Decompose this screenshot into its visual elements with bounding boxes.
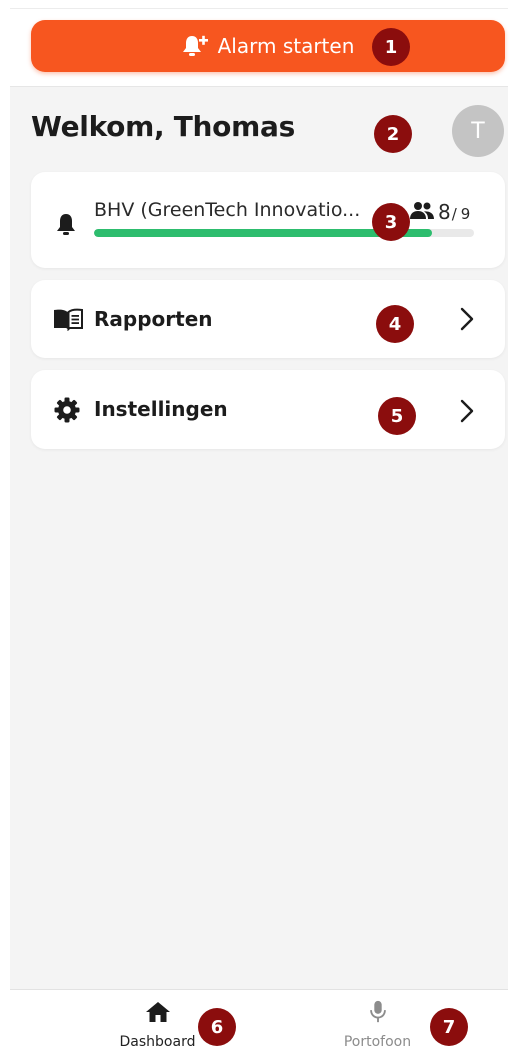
attendance-progress-bar xyxy=(94,229,474,237)
book-icon xyxy=(54,308,83,331)
total-count: 9 xyxy=(460,205,471,223)
chevron-right-icon xyxy=(460,307,474,331)
annotation-marker: 4 xyxy=(376,305,414,343)
present-count: 8 xyxy=(438,200,451,224)
gear-icon xyxy=(54,397,80,423)
people-icon xyxy=(410,202,434,219)
team-card[interactable]: BHV (GreenTech Innovatio... 8/9 xyxy=(31,172,505,268)
alarm-start-button[interactable]: Alarm starten xyxy=(31,20,505,72)
attendance-count: 8/9 xyxy=(438,200,470,224)
reports-label: Rapporten xyxy=(94,307,213,331)
settings-label: Instellingen xyxy=(94,397,228,421)
home-icon xyxy=(145,1002,170,1022)
annotation-marker: 5 xyxy=(378,397,416,435)
annotation-marker: 6 xyxy=(198,1008,236,1046)
alarm-start-label: Alarm starten xyxy=(217,34,355,58)
team-name: BHV (GreenTech Innovatio... xyxy=(94,199,361,221)
count-separator: / xyxy=(451,205,457,223)
bell-icon xyxy=(57,214,75,235)
app-screen: Alarm starten Welkom, Thomas T BHV (Gree… xyxy=(0,0,518,1050)
nav-dashboard-label: Dashboard xyxy=(119,1034,196,1050)
microphone-icon xyxy=(369,1000,386,1023)
nav-portofoon[interactable]: Portofoon xyxy=(320,990,435,1050)
annotation-marker: 7 xyxy=(430,1008,468,1046)
settings-menu-item[interactable]: Instellingen xyxy=(31,370,505,449)
bell-plus-icon xyxy=(182,35,208,56)
annotation-marker: 2 xyxy=(374,115,412,153)
annotation-marker: 1 xyxy=(372,28,410,66)
avatar[interactable]: T xyxy=(452,105,504,157)
reports-menu-item[interactable]: Rapporten xyxy=(31,280,505,358)
chevron-right-icon xyxy=(460,399,474,423)
page-title: Welkom, Thomas xyxy=(31,110,295,143)
nav-dashboard[interactable]: Dashboard xyxy=(100,990,215,1050)
nav-portofoon-label: Portofoon xyxy=(343,1034,412,1050)
annotation-marker: 3 xyxy=(372,203,410,241)
